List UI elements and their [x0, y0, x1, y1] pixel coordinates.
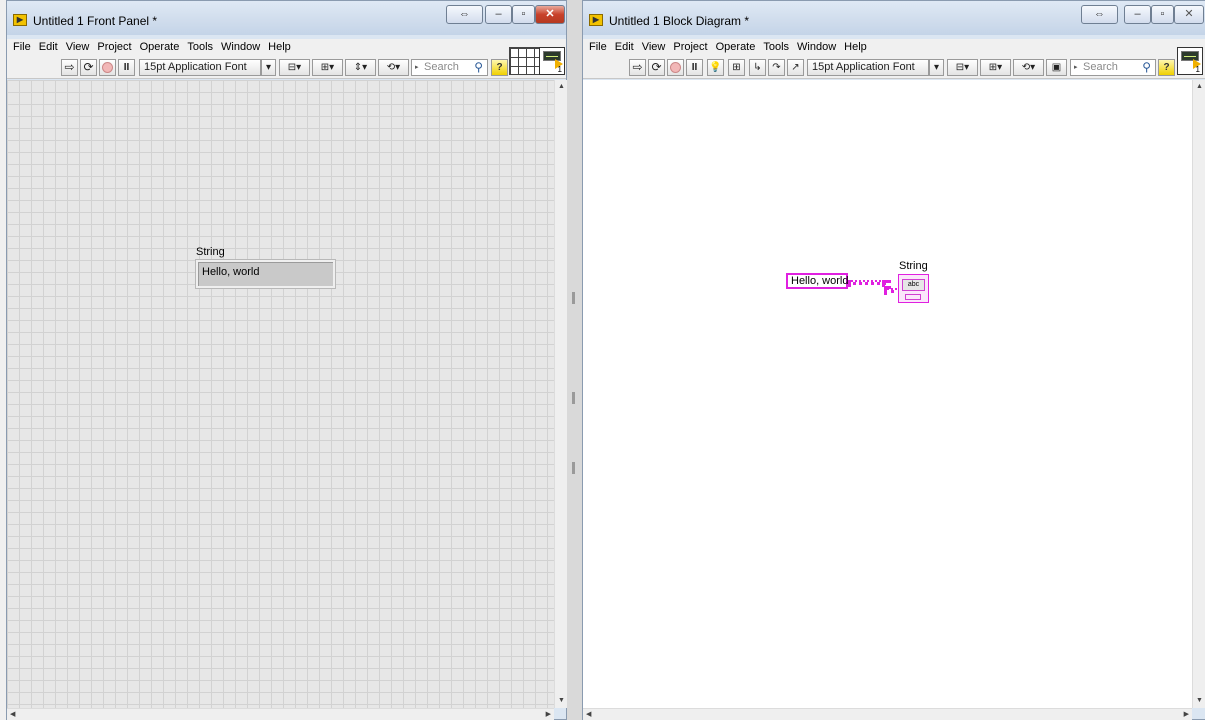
step-out-icon[interactable]: ↗ [787, 59, 804, 76]
string-constant[interactable]: Hello, world [786, 273, 848, 289]
labview-app-icon: ▶ [589, 14, 603, 26]
menu-operate[interactable]: Operate [712, 39, 760, 55]
block-diagram-window: ▶ Untitled 1 Block Diagram * ⇔ – ▫ ✕ Fil… [582, 0, 1205, 720]
highlight-execution-icon[interactable]: 💡 [707, 59, 724, 76]
text-settings-font[interactable]: 15pt Application Font [139, 59, 261, 76]
search-placeholder: Search [424, 61, 459, 73]
search-field[interactable]: ▸ Search ⚲ [411, 59, 488, 76]
distribute-objects-icon[interactable]: ⊞▾ [312, 59, 343, 76]
font-dropdown-icon[interactable]: ▾ [261, 59, 276, 76]
search-field[interactable]: ▸ Search ⚲ [1070, 59, 1156, 76]
menu-file[interactable]: File [583, 39, 611, 55]
string-wire[interactable] [848, 280, 885, 285]
block-diagram-canvas[interactable]: Hello, world String abc [583, 80, 1194, 708]
font-dropdown-icon[interactable]: ▾ [929, 59, 944, 76]
string-control-label: String [196, 246, 225, 258]
menu-help[interactable]: Help [264, 39, 295, 55]
search-icon[interactable]: ⚲ [1142, 60, 1151, 75]
align-objects-icon[interactable]: ⊟▾ [279, 59, 310, 76]
search-arrow-icon: ▸ [1074, 64, 1078, 71]
front-panel-menubar: File Edit View Project Operate Tools Window Hel… [7, 39, 566, 55]
horizontal-scrollbar[interactable]: ◀ ▶ [7, 708, 554, 720]
scroll-down-icon[interactable]: ▼ [558, 696, 565, 706]
menu-help[interactable]: Help [840, 39, 871, 55]
run-arrow-icon[interactable]: ⇨ [61, 59, 78, 76]
close-button[interactable]: ✕ [1174, 5, 1204, 24]
block-diagram-toolbar: ⇨ ⟳ II 💡 ⊞ ↳ ↷ ↗ 15pt Application Font ▾… [583, 55, 1205, 79]
vertical-scrollbar[interactable]: ▲ ▼ [1192, 80, 1205, 708]
vi-icon-number: 1 [557, 65, 562, 74]
minimize-button[interactable]: – [485, 5, 512, 24]
string-indicator-terminal[interactable]: abc [898, 274, 929, 303]
string-indicator-label: String [899, 260, 928, 272]
front-panel-toolbar: ⇨ ⟳ II 15pt Application Font ▾ ⊟▾ ⊞▾ ⇕▾ … [7, 55, 566, 79]
distribute-objects-icon[interactable]: ⊞▾ [980, 59, 1011, 76]
vi-icon[interactable]: 1 [1177, 47, 1203, 75]
context-help-icon[interactable]: ? [1158, 59, 1175, 76]
menu-view[interactable]: View [638, 39, 670, 55]
reorder-icon[interactable]: ⟲▾ [1013, 59, 1044, 76]
menu-file[interactable]: File [7, 39, 35, 55]
run-arrow-icon[interactable]: ⇨ [629, 59, 646, 76]
menu-project[interactable]: Project [93, 39, 135, 55]
horizontal-scrollbar[interactable]: ◀ ▶ [583, 708, 1192, 720]
menu-view[interactable]: View [62, 39, 94, 55]
menu-window[interactable]: Window [217, 39, 264, 55]
context-help-icon[interactable]: ? [491, 59, 508, 76]
menu-operate[interactable]: Operate [136, 39, 184, 55]
pause-icon[interactable]: II [686, 59, 703, 76]
step-over-icon[interactable]: ↷ [768, 59, 785, 76]
scroll-down-icon[interactable]: ▼ [1196, 696, 1203, 706]
menu-edit[interactable]: Edit [35, 39, 62, 55]
text-settings-font[interactable]: 15pt Application Font [807, 59, 929, 76]
menu-project[interactable]: Project [669, 39, 711, 55]
scroll-right-icon[interactable]: ▶ [546, 710, 551, 720]
vi-icon[interactable]: 1 [539, 47, 565, 75]
restore-arrows-button[interactable]: ⇔ [1081, 5, 1118, 24]
maximize-button[interactable]: ▫ [512, 5, 535, 24]
labview-app-icon: ▶ [13, 14, 27, 26]
menu-tools[interactable]: Tools [183, 39, 217, 55]
front-panel-titlebar[interactable]: ▶ Untitled 1 Front Panel * ⇔ – ▫ ✕ [7, 1, 566, 35]
abort-execution-icon[interactable] [99, 59, 116, 76]
abort-execution-icon[interactable] [667, 59, 684, 76]
search-placeholder: Search [1083, 61, 1118, 73]
run-continuously-icon[interactable]: ⟳ [80, 59, 97, 76]
pause-icon[interactable]: II [118, 59, 135, 76]
scroll-up-icon[interactable]: ▲ [1196, 82, 1203, 92]
minimize-button[interactable]: – [1124, 5, 1151, 24]
scroll-up-icon[interactable]: ▲ [558, 82, 565, 92]
scroll-right-icon[interactable]: ▶ [1184, 710, 1189, 720]
block-diagram-menubar: File Edit View Project Operate Tools Window Hel… [583, 39, 1205, 55]
retain-wire-values-icon[interactable]: ⊞ [728, 59, 745, 76]
string-control[interactable]: Hello, world [196, 260, 335, 288]
terminal-type-text: abc [902, 279, 925, 291]
vi-icon-number: 1 [1195, 65, 1200, 74]
align-objects-icon[interactable]: ⊟▾ [947, 59, 978, 76]
block-diagram-titlebar[interactable]: ▶ Untitled 1 Block Diagram * ⇔ – ▫ ✕ [583, 1, 1205, 35]
scroll-left-icon[interactable]: ◀ [10, 710, 15, 720]
menu-tools[interactable]: Tools [759, 39, 793, 55]
menu-edit[interactable]: Edit [611, 39, 638, 55]
run-continuously-icon[interactable]: ⟳ [648, 59, 665, 76]
connector-pane-icon[interactable] [509, 47, 543, 75]
resize-objects-icon[interactable]: ⇕▾ [345, 59, 376, 76]
reorder-icon[interactable]: ⟲▾ [378, 59, 409, 76]
block-diagram-title: Untitled 1 Block Diagram * [609, 14, 750, 28]
clean-up-diagram-icon[interactable]: ▣ [1046, 59, 1067, 76]
maximize-button[interactable]: ▫ [1151, 5, 1174, 24]
front-panel-window: ▶ Untitled 1 Front Panel * ⇔ – ▫ ✕ File E… [6, 0, 567, 720]
restore-arrows-button[interactable]: ⇔ [446, 5, 483, 24]
menu-window[interactable]: Window [793, 39, 840, 55]
step-into-icon[interactable]: ↳ [749, 59, 766, 76]
vertical-scrollbar[interactable]: ▲ ▼ [554, 80, 567, 708]
front-panel-title: Untitled 1 Front Panel * [33, 14, 158, 28]
search-arrow-icon: ▸ [415, 64, 419, 71]
front-panel-canvas[interactable]: String Hello, world [7, 80, 554, 708]
close-button[interactable]: ✕ [535, 5, 565, 24]
search-icon[interactable]: ⚲ [474, 60, 483, 75]
scroll-left-icon[interactable]: ◀ [586, 710, 591, 720]
window-splitter[interactable] [567, 0, 582, 720]
